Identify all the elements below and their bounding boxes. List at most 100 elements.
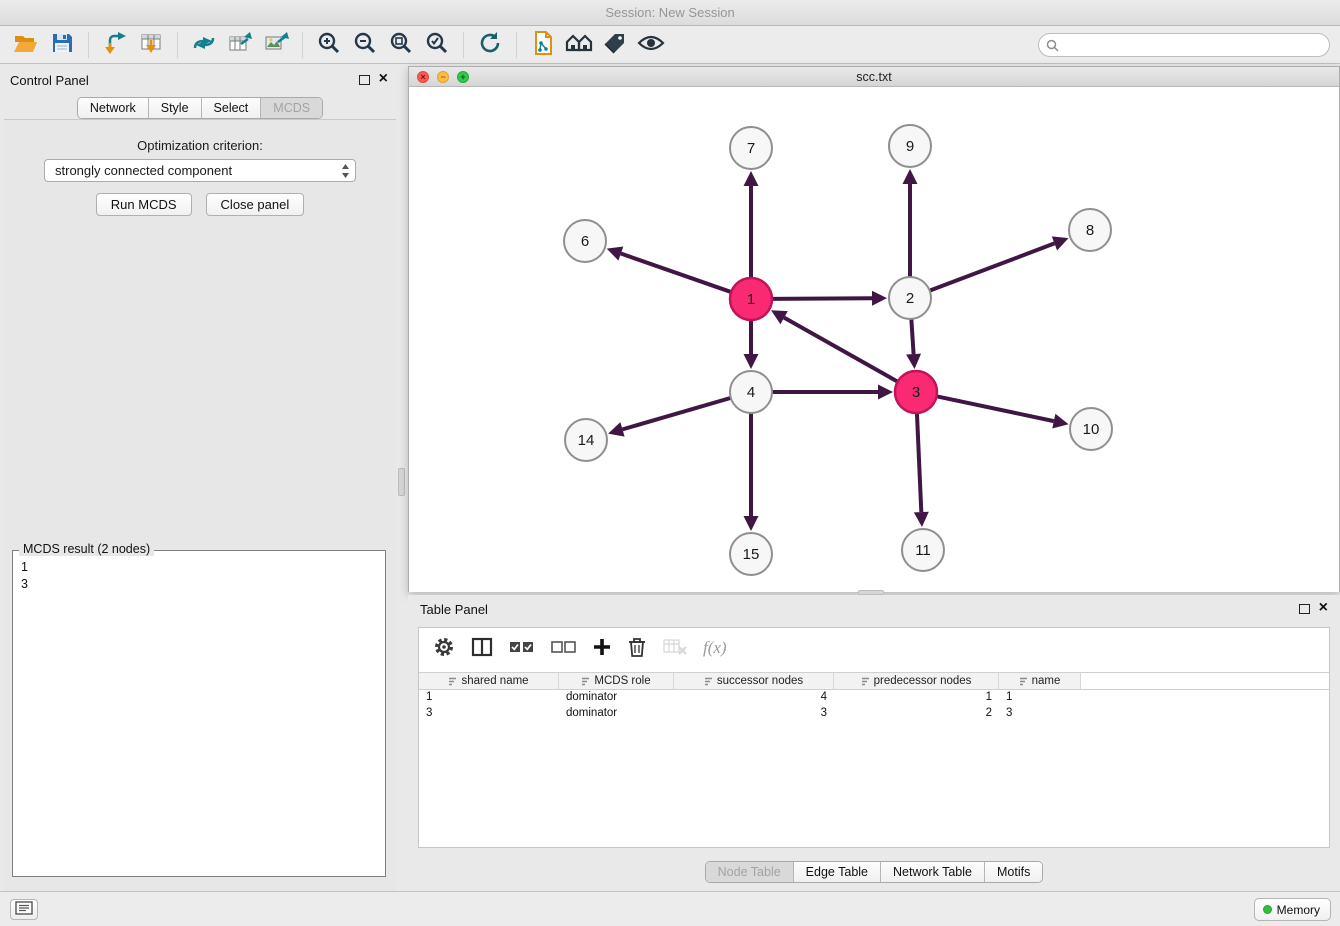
zoom-selected-button[interactable] <box>419 30 455 60</box>
criterion-select-value: strongly connected component <box>55 163 232 178</box>
import-network-button[interactable] <box>97 30 133 60</box>
search-input[interactable] <box>1063 35 1323 55</box>
column-header-mcds-role[interactable]: MCDS role <box>559 672 674 690</box>
toolbar-separator <box>302 32 303 58</box>
import-table-icon <box>138 31 164 58</box>
table-cell[interactable]: 3 <box>674 706 834 722</box>
edge-1-6[interactable] <box>621 254 731 293</box>
save-session-button[interactable] <box>44 30 80 60</box>
import-table-button[interactable] <box>133 30 169 60</box>
column-header-label: name <box>1032 675 1061 687</box>
node-3[interactable]: 3 <box>895 371 937 413</box>
table-cell[interactable]: dominator <box>559 706 674 722</box>
tab-style[interactable]: Style <box>148 98 201 118</box>
node-10[interactable]: 10 <box>1070 408 1112 450</box>
vertical-splitter-handle[interactable] <box>398 468 405 496</box>
table-cell[interactable]: 3 <box>999 706 1081 722</box>
edge-3-1[interactable] <box>784 318 898 382</box>
zoom-out-button[interactable] <box>347 30 383 60</box>
column-header-name[interactable]: name <box>999 672 1081 690</box>
edge-4-14[interactable] <box>622 398 730 430</box>
node-1[interactable]: 1 <box>730 278 772 320</box>
network-canvas[interactable]: 7 9 6 8 1 2 4 3 14 10 15 11 <box>409 88 1339 592</box>
maximize-window-icon[interactable]: + <box>457 71 469 83</box>
node-2[interactable]: 2 <box>889 277 931 319</box>
tab-mcds[interactable]: MCDS <box>260 98 322 118</box>
table-settings-button[interactable] <box>433 635 455 661</box>
tab-motifs[interactable]: Motifs <box>984 862 1042 882</box>
zoom-in-icon <box>317 31 341 58</box>
select-all-columns-button[interactable] <box>509 635 535 661</box>
show-columns-button[interactable] <box>471 635 493 661</box>
edge-arrow-4-15 <box>744 516 759 531</box>
table-cell[interactable]: 4 <box>674 690 834 706</box>
node-8[interactable]: 8 <box>1069 209 1111 251</box>
float-table-panel-icon[interactable] <box>1299 604 1310 614</box>
node-14[interactable]: 14 <box>565 419 607 461</box>
export-table-icon <box>227 31 253 58</box>
node-4[interactable]: 4 <box>730 371 772 413</box>
node-9[interactable]: 9 <box>889 125 931 167</box>
edge-1-2[interactable] <box>772 298 872 299</box>
node-15[interactable]: 15 <box>730 533 772 575</box>
network-window-title: scc.txt <box>856 70 891 84</box>
export-image-button[interactable] <box>258 30 294 60</box>
sort-icon <box>448 677 457 686</box>
node-7[interactable]: 7 <box>730 127 772 169</box>
window-titlebar[interactable]: Session: New Session <box>0 0 1340 26</box>
edge-2-3[interactable] <box>911 319 913 354</box>
close-panel-icon[interactable]: × <box>379 72 388 86</box>
column-header-successor-nodes[interactable]: successor nodes <box>674 672 834 690</box>
tab-select[interactable]: Select <box>201 98 261 118</box>
close-table-panel-icon[interactable]: × <box>1319 601 1328 615</box>
network-window-titlebar[interactable]: × − + scc.txt <box>409 67 1339 87</box>
new-network-from-selection-button[interactable] <box>525 30 561 60</box>
column-header-shared-name[interactable]: shared name <box>419 672 559 690</box>
memory-button[interactable]: Memory <box>1254 898 1331 921</box>
table-cell[interactable]: 1 <box>419 690 559 706</box>
table-cell[interactable]: 1 <box>834 690 999 706</box>
create-column-button[interactable] <box>593 635 611 661</box>
tab-node-table[interactable]: Node Table <box>706 862 793 882</box>
table-row[interactable]: 3dominator323 <box>419 706 1329 722</box>
export-table-button[interactable] <box>222 30 258 60</box>
show-hide-button[interactable] <box>633 30 669 60</box>
unselect-all-columns-button[interactable] <box>551 635 577 661</box>
close-window-icon[interactable]: × <box>417 71 429 83</box>
tab-edge-table[interactable]: Edge Table <box>793 862 880 882</box>
run-mcds-button[interactable]: Run MCDS <box>96 193 192 216</box>
show-panels-button[interactable] <box>10 899 38 920</box>
column-header-predecessor-nodes[interactable]: predecessor nodes <box>834 672 999 690</box>
tab-network[interactable]: Network <box>78 98 148 118</box>
table-toolbar: f(x) <box>419 628 1329 668</box>
svg-text:15: 15 <box>743 546 760 563</box>
criterion-select[interactable]: strongly connected component <box>44 159 356 182</box>
column-header-label: MCDS role <box>594 675 650 687</box>
zoom-in-button[interactable] <box>311 30 347 60</box>
table-cell[interactable]: 1 <box>999 690 1081 706</box>
table-cell[interactable]: dominator <box>559 690 674 706</box>
node-11[interactable]: 11 <box>902 529 944 571</box>
table-cell[interactable]: 3 <box>419 706 559 722</box>
first-neighbors-button[interactable] <box>561 30 597 60</box>
table-row[interactable]: 1dominator411 <box>419 690 1329 706</box>
close-panel-button[interactable]: Close panel <box>206 193 305 216</box>
tab-network-table[interactable]: Network Table <box>880 862 984 882</box>
export-network-button[interactable] <box>186 30 222 60</box>
table-cell[interactable]: 2 <box>834 706 999 722</box>
zoom-fit-button[interactable] <box>383 30 419 60</box>
mcds-result-list[interactable]: 13 <box>13 551 385 593</box>
annotation-button[interactable] <box>597 30 633 60</box>
node-6[interactable]: 6 <box>564 220 606 262</box>
edge-2-8[interactable] <box>930 243 1055 290</box>
float-panel-icon[interactable] <box>359 75 370 85</box>
minimize-window-icon[interactable]: − <box>437 71 449 83</box>
delete-column-button[interactable] <box>627 635 647 661</box>
network-view-window: × − + scc.txt 7 9 6 8 1 2 4 3 14 10 15 11 <box>408 66 1340 592</box>
list-icon <box>15 901 33 918</box>
apply-layout-button[interactable] <box>472 30 508 60</box>
edge-3-11[interactable] <box>917 413 921 512</box>
edge-3-10[interactable] <box>937 396 1054 421</box>
sort-icon <box>704 677 713 686</box>
open-session-button[interactable] <box>8 30 44 60</box>
